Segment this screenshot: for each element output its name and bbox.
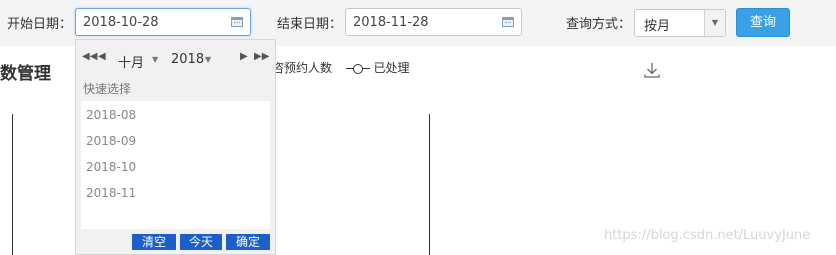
legend-item-appointments[interactable]: 咨预约人数 [272,61,332,75]
confirm-button[interactable]: 确定 [226,234,270,250]
legend-line-marker-icon [345,63,370,74]
chart-legend: 咨预约人数 已处理 [272,59,410,76]
end-date-input[interactable]: 2018-11-28 [345,8,522,36]
list-item[interactable]: 2018-08 [86,108,136,122]
start-date-label: 开始日期： [7,17,73,32]
clear-button[interactable]: 清空 [132,234,176,250]
start-date-input[interactable]: 2018-10-28 [75,8,251,36]
chevron-left-icon[interactable]: ◀ [98,51,106,62]
chevron-down-icon[interactable]: ▼ [205,55,211,64]
end-date-value: 2018-11-28 [353,15,429,30]
query-button[interactable]: 查询 [736,8,790,37]
list-item[interactable]: 2018-10 [86,160,136,174]
month-select[interactable]: 十月 [118,52,144,71]
query-mode-label: 查询方式： [566,17,632,32]
watermark: https://blog.csdn.net/LuuvyJune [604,228,811,243]
section-title: 数管理 [0,64,51,84]
chart-axis-line [429,114,430,255]
chevron-right-icon[interactable]: ▶ [240,51,248,62]
list-item[interactable]: 2018-09 [86,134,136,148]
calendar-icon[interactable] [231,17,243,27]
end-date-label: 结束日期： [277,17,343,32]
calendar-icon[interactable] [502,17,514,27]
query-mode-value: 按月 [644,19,671,34]
datepicker-popup: ◀◀ ◀ 十月 ▼ 2018 ▼ ▶ ▶▶ 快速选择 2018-08 2018-… [75,39,276,255]
start-date-value: 2018-10-28 [83,15,159,30]
list-item[interactable]: 2018-11 [86,186,136,200]
quick-select-label: 快速选择 [83,82,132,96]
query-mode-select[interactable]: 按月 ▼ [634,9,726,37]
download-icon[interactable] [644,62,660,78]
year-select[interactable]: 2018 [171,52,204,67]
double-chevron-left-icon[interactable]: ◀◀ [82,51,97,62]
double-chevron-right-icon[interactable]: ▶▶ [254,51,269,62]
today-button[interactable]: 今天 [180,234,222,250]
chevron-down-icon[interactable]: ▼ [152,55,158,64]
chevron-down-icon[interactable]: ▼ [704,10,725,36]
quick-select-list: 2018-08 2018-09 2018-10 2018-11 [81,101,270,229]
chart-axis-line [12,114,13,255]
legend-item-processed[interactable]: 已处理 [374,61,410,75]
